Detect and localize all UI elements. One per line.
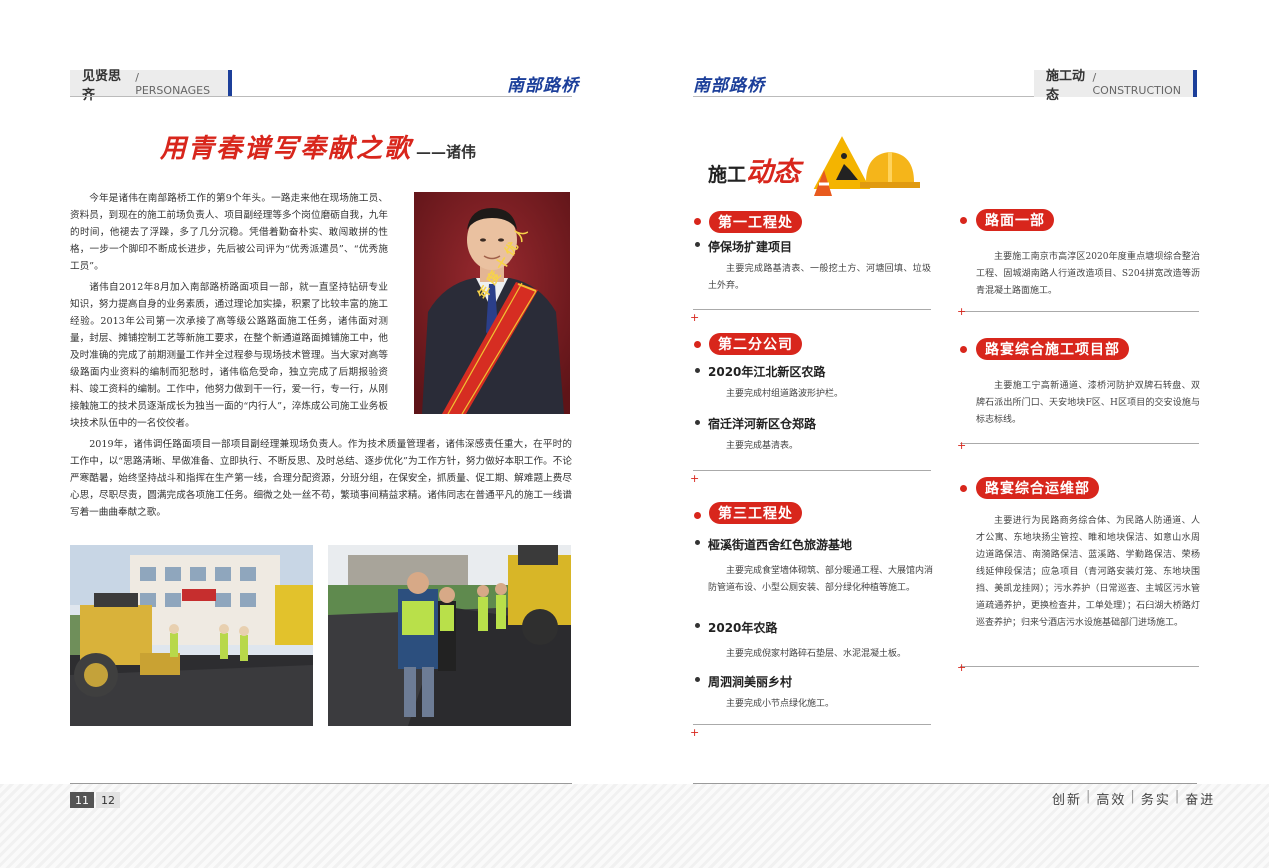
unit-desc: 主要施工南京市高淳区2020年度重点塘坝综合整治工程、固城湖南路人行道改造项目、… (976, 252, 1200, 296)
article-byline: ——诸伟 (416, 143, 477, 161)
group-divider (960, 443, 1199, 444)
group-marker-dot (694, 512, 701, 519)
slogan-word: 务实 (1140, 793, 1171, 808)
article-title: 用青春谱写奉献之歌 ——诸伟 (160, 128, 490, 168)
plus-marker: + (957, 661, 967, 674)
unit-label-6: 路宴综合运维部 (976, 477, 1099, 499)
project-bullet (695, 420, 700, 425)
group-divider (960, 666, 1199, 667)
article-paragraph-1: 今年是诸伟在南部路桥工作的第9个年头。一路走来他在现场施工员、资料员，到现在的施… (70, 193, 388, 272)
plus-marker: + (690, 311, 700, 324)
group-divider (693, 470, 931, 471)
brand-logo-right: 南部路桥 (693, 76, 765, 96)
article-title-main: 用青春谱写奉献之歌 (160, 134, 413, 164)
project-desc: 主要完成小节点绿化施工。 (726, 699, 835, 709)
project-bullet (695, 242, 700, 247)
road-photo-1-illustration (70, 545, 313, 726)
footer-rule-right (693, 783, 1197, 784)
project-name: 桠溪街道西舍红色旅游基地 (708, 538, 853, 552)
unit-desc: 主要施工宁高新通道、漆桥河防护双牌石转盘、双牌石派出所门口、天安地块F区、H区项… (976, 381, 1200, 425)
project-name: 2020年江北新区农路 (708, 365, 826, 379)
group-marker-dot (960, 485, 967, 492)
section-tab-en: / PERSONAGES (135, 70, 211, 97)
section-tab-en: / CONSTRUCTION (1092, 70, 1182, 97)
unit-label-4: 路面一部 (976, 209, 1054, 231)
project-bullet (695, 368, 700, 373)
project-desc: 主要完成倪家村路碎石垫层、水泥混凝土板。 (726, 649, 907, 659)
project-name: 宿迁洋河新区仓郑路 (708, 417, 817, 431)
slogan-word: 创新 (1052, 793, 1083, 808)
project-desc: 主要完成村组道路波形护栏。 (726, 389, 844, 399)
road-photo-2-illustration (328, 545, 571, 726)
section-tab-cn: 施工动态 (1046, 68, 1086, 103)
road-photo-1 (70, 545, 313, 726)
magazine-spread: 见贤思齐 / PERSONAGES 南部路桥 用青春谱写奉献之歌 ——诸伟 今年… (0, 0, 1269, 868)
project-desc: 主要完成食堂墙体砌筑、部分暖通工程、大展馆内消防管道布设、小型公厕安装、部分绿化… (708, 566, 934, 593)
plus-marker: + (690, 726, 700, 739)
project-bullet (695, 677, 700, 682)
group-marker-dot (960, 217, 967, 224)
group-marker-dot (960, 346, 967, 353)
section-tab-personages: 见贤思齐 / PERSONAGES (70, 69, 232, 103)
page-number-right: 12 (96, 792, 120, 808)
group-divider (960, 311, 1199, 312)
project-name: 2020年农路 (708, 621, 778, 635)
unit-desc: 主要进行为民路商务综合体、为民路人防通道、人才公寓、东地块扬尘管控、睢和地块保洁… (976, 516, 1200, 628)
slogan-separator: | (1130, 789, 1137, 804)
group-marker-dot (694, 218, 701, 225)
unit-label-3: 第三工程处 (709, 502, 802, 524)
slogan-word: 奋进 (1185, 793, 1216, 808)
project-name: 周泗涧美丽乡村 (708, 675, 793, 689)
header-rule-left (70, 96, 572, 97)
article-paragraph-3: 2019年，诸伟调任路面项目一部项目副经理兼现场负责人。作为技术质量管理者，诸伟… (70, 439, 572, 518)
construction-warning-icon (810, 131, 920, 196)
project-desc: 主要完成路基清表、一般挖土方、河塘回填、垃圾土外弃。 (708, 264, 931, 291)
project-desc: 主要完成基清表。 (726, 441, 799, 451)
brand-logo-left: 南部路桥 (507, 76, 579, 96)
road-photo-2 (328, 545, 571, 726)
footer-rule-left (70, 783, 572, 784)
slogan-word: 高效 (1096, 793, 1127, 808)
slogan-separator: | (1086, 789, 1093, 804)
construction-heading-b: 动态 (746, 157, 801, 188)
slogan: 创新 | 高效 | 务实 | 奋进 (1052, 789, 1215, 808)
project-bullet (695, 623, 700, 628)
unit-label-5: 路宴综合施工项目部 (976, 338, 1129, 360)
unit-label-1: 第一工程处 (709, 211, 802, 233)
construction-heading: 施工 动态 (708, 150, 800, 189)
construction-heading-a: 施工 (708, 164, 747, 186)
section-tab-construction: 施工动态 / CONSTRUCTION (1034, 69, 1197, 103)
group-divider (693, 309, 931, 310)
plus-marker: + (957, 305, 967, 318)
portrait-illustration (414, 192, 570, 414)
group-divider (693, 724, 931, 725)
slogan-separator: | (1174, 789, 1182, 804)
plus-marker: + (690, 472, 700, 485)
article-paragraph-2: 诸伟自2012年8月加入南部路桥路面项目一部，就一直坚持钻研专业知识，努力提高自… (70, 282, 388, 429)
page-number-left: 11 (70, 792, 94, 808)
plus-marker: + (957, 439, 967, 452)
group-marker-dot (694, 341, 701, 348)
project-bullet (695, 540, 700, 545)
portrait-photo: 年度十优人 (414, 192, 570, 414)
project-name: 停保场扩建项目 (708, 240, 793, 254)
unit-label-2: 第二分公司 (709, 333, 802, 355)
